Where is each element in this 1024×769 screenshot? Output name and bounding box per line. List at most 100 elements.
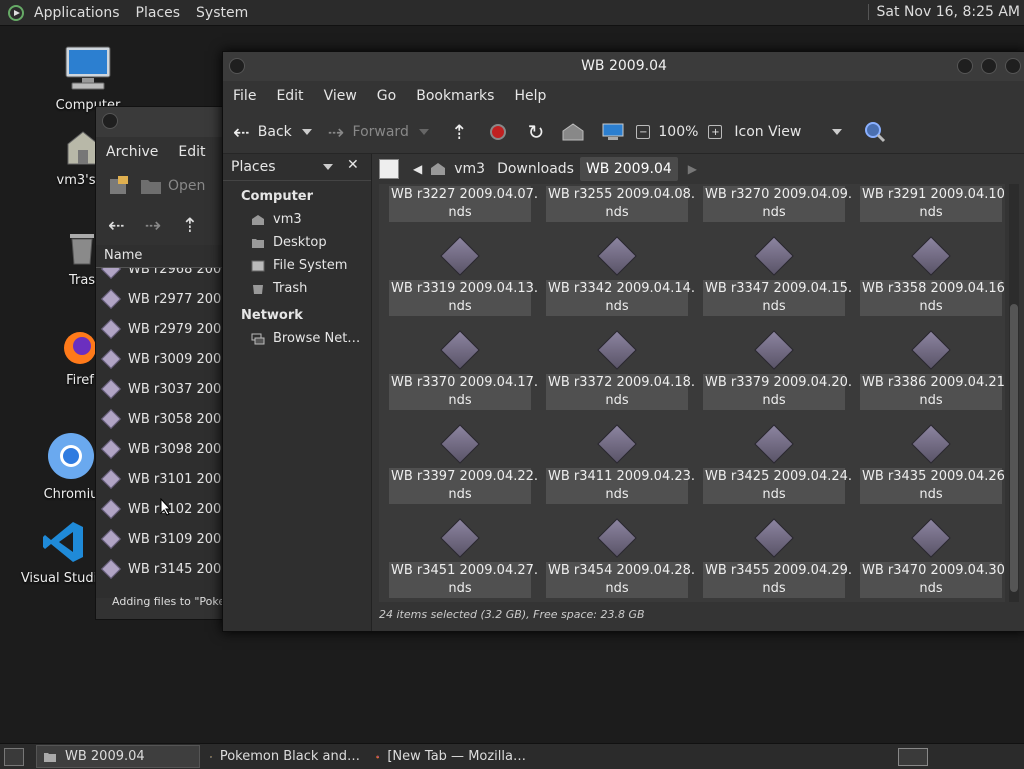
- zoom-in-icon[interactable]: +: [708, 125, 723, 139]
- file-item[interactable]: WB r3411 2009.04.23. nds: [546, 424, 695, 504]
- sidebar-mode-select[interactable]: Places ✕: [223, 154, 371, 181]
- file-item[interactable]: WB r3370 2009.04.17. nds: [389, 330, 538, 410]
- back-button[interactable]: ⇠ Back: [233, 120, 292, 144]
- maximize-icon[interactable]: [981, 58, 997, 74]
- menu-bookmarks[interactable]: Bookmarks: [406, 88, 504, 104]
- show-desktop-icon[interactable]: [4, 747, 24, 766]
- file-item[interactable]: WB r3319 2009.04.13. nds: [389, 236, 538, 316]
- file-item[interactable]: WB r3347 2009.04.15. nds: [703, 236, 852, 316]
- breadcrumb-current[interactable]: WB 2009.04: [579, 157, 678, 181]
- view-mode-select[interactable]: Icon View: [734, 124, 843, 140]
- menu-help[interactable]: Help: [504, 88, 556, 104]
- chevron-right-icon[interactable]: ▶: [688, 162, 697, 176]
- list-item[interactable]: WB r3109 2009: [96, 524, 231, 554]
- list-item[interactable]: WB r3098 2009: [96, 434, 231, 464]
- file-item[interactable]: WB r3455 2009.04.29. nds: [703, 518, 852, 598]
- archive-manager-window[interactable]: Archive Edit V Open ⇠ ⇢ ⇡ Name WB r2968 …: [95, 106, 232, 620]
- archive-menu-archive[interactable]: Archive: [96, 144, 168, 160]
- close-icon[interactable]: [102, 113, 118, 129]
- menu-system[interactable]: System: [188, 5, 256, 21]
- home-icon[interactable]: [562, 123, 584, 141]
- taskbar-item-archive[interactable]: Pokemon Black and…: [204, 746, 366, 767]
- forward-arrow-icon[interactable]: ⇢: [145, 213, 162, 237]
- menu-places[interactable]: Places: [128, 5, 189, 21]
- open-button[interactable]: Open: [168, 178, 205, 194]
- archive-menu-edit[interactable]: Edit: [168, 144, 215, 160]
- archive-menubar: Archive Edit V: [96, 137, 231, 167]
- file-item[interactable]: WB r3291 2009.04.10. nds: [860, 184, 1005, 222]
- column-header-name[interactable]: Name: [96, 245, 231, 268]
- list-item[interactable]: WB r3145 2009: [96, 554, 231, 584]
- breadcrumb-vm3[interactable]: vm3: [448, 157, 491, 181]
- menu-file[interactable]: File: [223, 88, 266, 104]
- window-menu-icon[interactable]: [229, 58, 245, 74]
- list-item[interactable]: WB r3009 2009: [96, 344, 231, 374]
- file-item[interactable]: WB r3470 2009.04.30. nds: [860, 518, 1005, 598]
- file-item[interactable]: WB r3454 2009.04.28. nds: [546, 518, 695, 598]
- file-item[interactable]: WB r3270 2009.04.09. nds: [703, 184, 852, 222]
- file-item[interactable]: WB r3451 2009.04.27. nds: [389, 518, 538, 598]
- file-item[interactable]: WB r3425 2009.04.24. nds: [703, 424, 852, 504]
- distro-logo-icon[interactable]: [8, 4, 24, 21]
- file-item[interactable]: WB r3227 2009.04.07. nds: [389, 184, 538, 222]
- sidebar-item-browse-network[interactable]: Browse Net…: [223, 327, 371, 350]
- forward-button[interactable]: ⇢ Forward: [328, 120, 409, 144]
- close-sidebar-icon[interactable]: ✕: [347, 157, 359, 173]
- desktop-icon-computer[interactable]: Computer: [52, 45, 124, 113]
- close-icon[interactable]: [1005, 58, 1021, 74]
- workspace-switcher[interactable]: [898, 747, 928, 766]
- file-manager-window[interactable]: WB 2009.04 File Edit View Go Bookmarks H…: [222, 51, 1024, 632]
- sidebar-item-vm3[interactable]: vm3: [223, 208, 371, 231]
- nds-file-icon: [101, 409, 121, 429]
- vertical-scrollbar[interactable]: [1009, 184, 1019, 602]
- list-item[interactable]: WB r2977 2009: [96, 284, 231, 314]
- list-item[interactable]: WB r2968 2009: [96, 268, 231, 284]
- computer-icon[interactable]: [602, 123, 624, 141]
- menu-view[interactable]: View: [314, 88, 367, 104]
- file-item[interactable]: WB r3342 2009.04.14. nds: [546, 236, 695, 316]
- sidebar-item-trash[interactable]: Trash: [223, 277, 371, 300]
- file-item[interactable]: WB r3358 2009.04.16. nds: [860, 236, 1005, 316]
- zoom-out-icon[interactable]: −: [636, 125, 651, 139]
- reload-icon[interactable]: ↻: [528, 120, 545, 144]
- list-item[interactable]: WB r3058 2009: [96, 404, 231, 434]
- scrollbar-thumb[interactable]: [1010, 304, 1018, 592]
- zoom-level[interactable]: 100%: [658, 124, 698, 140]
- up-arrow-icon[interactable]: ⇡: [451, 120, 468, 144]
- file-item[interactable]: WB r3379 2009.04.20. nds: [703, 330, 852, 410]
- taskbar-item-file-manager[interactable]: WB 2009.04: [36, 745, 200, 768]
- list-item[interactable]: WB r3037 2009: [96, 374, 231, 404]
- sidebar-item-file-system[interactable]: File System: [223, 254, 371, 277]
- menu-applications[interactable]: Applications: [26, 5, 128, 21]
- back-history-dropdown-icon[interactable]: [301, 129, 312, 135]
- sidebar-item-desktop[interactable]: Desktop: [223, 231, 371, 254]
- breadcrumb-downloads[interactable]: Downloads: [491, 157, 580, 181]
- window-titlebar[interactable]: WB 2009.04: [223, 52, 1024, 81]
- search-icon[interactable]: [864, 121, 886, 143]
- file-item[interactable]: WB r3397 2009.04.22. nds: [389, 424, 538, 504]
- desktop-icon-firefox[interactable]: Firef: [60, 330, 100, 388]
- edit-location-icon[interactable]: [379, 159, 399, 179]
- file-item[interactable]: WB r3386 2009.04.21. nds: [860, 330, 1005, 410]
- stop-icon[interactable]: [489, 124, 506, 140]
- new-archive-icon[interactable]: [108, 176, 130, 196]
- open-folder-icon[interactable]: [140, 177, 162, 195]
- file-icon-view[interactable]: WB r3227 2009.04.07. nds WB r3255 2009.04…: [379, 184, 1005, 602]
- up-arrow-icon[interactable]: ⇡: [182, 213, 199, 237]
- file-item[interactable]: WB r3372 2009.04.18. nds: [546, 330, 695, 410]
- file-item[interactable]: WB r3435 2009.04.26. nds: [860, 424, 1005, 504]
- list-item[interactable]: WB r3101 2009: [96, 464, 231, 494]
- menu-edit[interactable]: Edit: [266, 88, 313, 104]
- archive-file-list[interactable]: WB r2968 2009 WB r2977 2009 WB r2979 200…: [96, 268, 231, 598]
- back-arrow-icon[interactable]: ⇠: [108, 213, 125, 237]
- file-item[interactable]: WB r3255 2009.04.08. nds: [546, 184, 695, 222]
- minimize-icon[interactable]: [957, 58, 973, 74]
- archive-titlebar[interactable]: [96, 107, 231, 137]
- list-item[interactable]: WB r2979 2009: [96, 314, 231, 344]
- clock[interactable]: Sat Nov 16, 8:25 AM: [867, 4, 1020, 20]
- taskbar-item-firefox[interactable]: [New Tab — Mozilla…: [370, 746, 532, 767]
- forward-history-dropdown-icon[interactable]: [418, 129, 429, 135]
- window-title: WB 2009.04: [581, 58, 667, 74]
- menu-go[interactable]: Go: [367, 88, 406, 104]
- chevron-left-icon[interactable]: ◀: [413, 162, 422, 176]
